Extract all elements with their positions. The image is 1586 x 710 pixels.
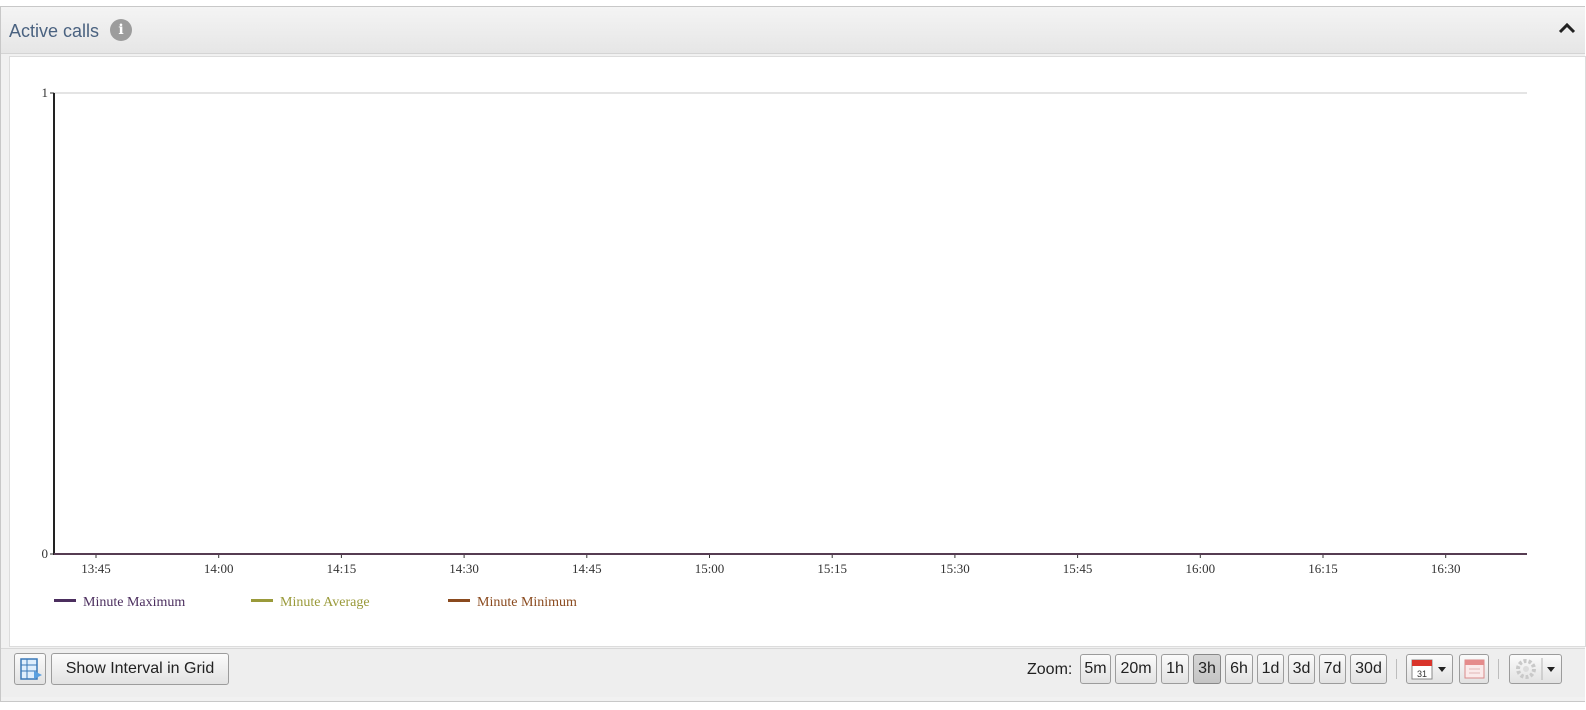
legend-item-minute-average[interactable]: Minute Average [251, 595, 370, 611]
zoom-3h-button[interactable]: 3h [1193, 654, 1221, 684]
x-tick-label: 15:45 [1063, 561, 1093, 576]
gear-icon [1516, 658, 1555, 680]
legend-item-minute-minimum[interactable]: Minute Minimum [448, 595, 577, 611]
date-range-button[interactable]: 31 [1406, 654, 1453, 684]
x-tick-label: 15:15 [817, 561, 847, 576]
info-icon[interactable]: i [110, 19, 132, 41]
clear-date-range-button[interactable] [1459, 654, 1489, 684]
zoom-1d-button[interactable]: 1d [1257, 654, 1284, 684]
calendar-icon: 31 [1411, 659, 1446, 680]
x-tick-label: 14:30 [449, 561, 479, 576]
settings-menu-button[interactable] [1509, 654, 1562, 684]
x-tick-label: 14:15 [327, 561, 357, 576]
line-chart: 0 1 13:45 14:00 14:15 14:30 14:45 15:00 15:15 15:… [42, 85, 1527, 576]
x-tick-label: 16:30 [1431, 561, 1461, 576]
export-grid-button[interactable] [14, 653, 46, 685]
panel-title: Active calls [9, 21, 100, 41]
x-tick-label: 13:45 [81, 561, 111, 576]
toolbar-separator [1498, 659, 1499, 679]
chevron-up-icon[interactable] [1557, 18, 1577, 38]
zoom-3d-button[interactable]: 3d [1288, 654, 1315, 684]
chevron-down-icon [1547, 667, 1555, 672]
y-tick-label: 0 [42, 546, 49, 561]
legend-swatch-minute-maximum [54, 599, 76, 603]
export-grid-icon [20, 658, 42, 680]
zoom-label: Zoom: [1027, 661, 1073, 678]
zoom-20m-button[interactable]: 20m [1115, 654, 1157, 684]
zoom-7d-button[interactable]: 7d [1319, 654, 1346, 684]
legend-label: Minute Maximum [83, 595, 186, 610]
chevron-down-icon [1438, 667, 1446, 672]
calendar-day: 31 [1417, 669, 1427, 679]
zoom-1h-button[interactable]: 1h [1161, 654, 1189, 684]
x-tick-label: 14:00 [204, 561, 234, 576]
panel-header: Active calls i [1, 7, 1585, 54]
legend-swatch-minute-average [251, 599, 273, 603]
calendar-clear-icon [1464, 659, 1485, 679]
show-interval-in-grid-button[interactable]: Show Interval in Grid [51, 653, 229, 685]
legend-label: Minute Minimum [477, 595, 577, 610]
x-tick-label: 14:45 [572, 561, 602, 576]
legend-item-minute-maximum[interactable]: Minute Maximum [54, 595, 185, 611]
x-tick-label: 16:00 [1185, 561, 1215, 576]
x-tick-label: 15:30 [940, 561, 970, 576]
x-tick-label: 16:15 [1308, 561, 1338, 576]
zoom-5m-button[interactable]: 5m [1080, 654, 1111, 684]
legend-label: Minute Average [280, 595, 370, 610]
x-tick-label: 15:00 [695, 561, 725, 576]
chart-area: 0 1 13:45 14:00 14:15 14:30 14:45 15:00 15:15 15:… [9, 56, 1586, 647]
active-calls-panel: Active calls i 0 1 13:45 14:00 14:15 14:30 14:… [0, 6, 1586, 702]
zoom-30d-button[interactable]: 30d [1350, 654, 1387, 684]
chart-toolbar: Show Interval in Grid Zoom: 5m 20m 1h 3h… [1, 648, 1585, 697]
legend-swatch-minute-minimum [448, 599, 470, 603]
zoom-6h-button[interactable]: 6h [1225, 654, 1253, 684]
y-tick-label: 1 [42, 85, 49, 100]
toolbar-separator [1396, 659, 1397, 679]
